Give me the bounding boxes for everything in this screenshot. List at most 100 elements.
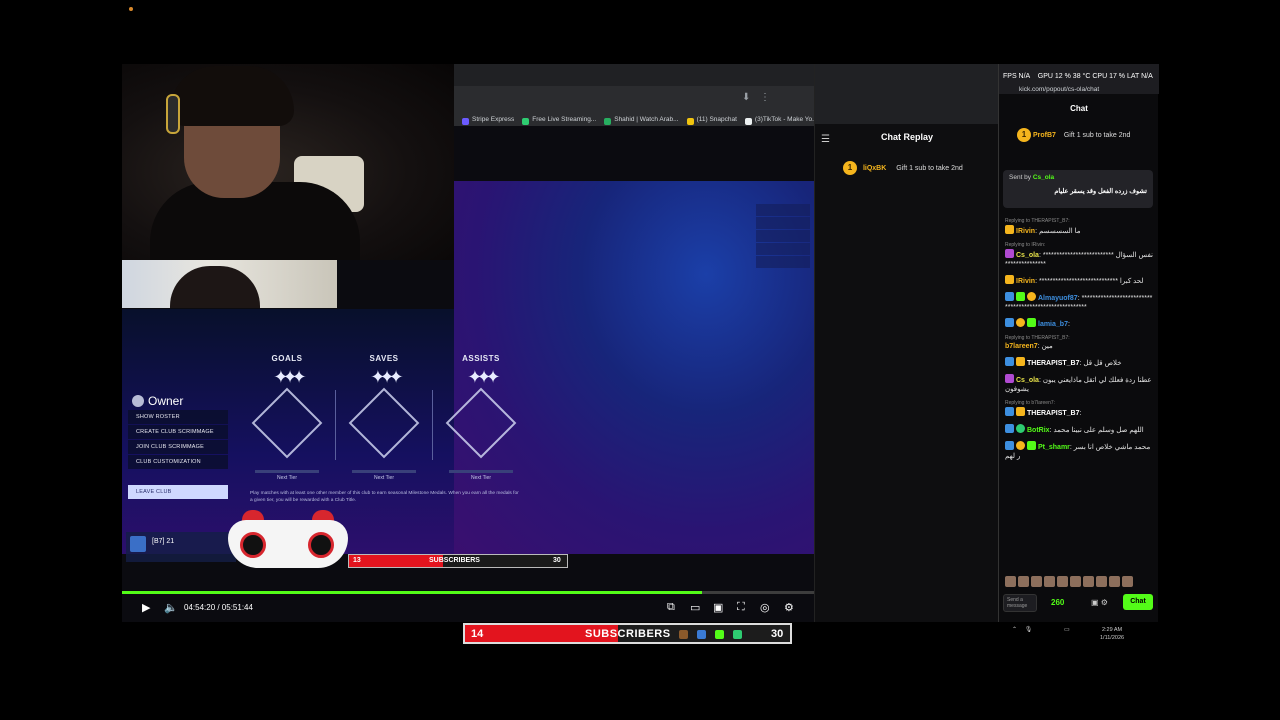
channel-points[interactable]: 260 xyxy=(1051,598,1064,607)
streamer-browser-window: ⬇ ⋮ xyxy=(454,64,814,110)
assists-title: ASSISTS xyxy=(462,354,500,363)
chevron-up-icon[interactable]: ⌃ xyxy=(1012,627,1017,633)
settings-gear-icon[interactable]: ⚙ xyxy=(784,601,794,614)
chat-input[interactable]: Send a message xyxy=(1003,594,1037,612)
stars-icon: ✦✦✦ xyxy=(370,367,403,387)
bookmark-favicon-icon xyxy=(686,118,694,125)
pinned-message[interactable]: Sent by Cs_ola تشوف زرده الفعل وقد يسقر … xyxy=(1003,170,1153,208)
chat-message[interactable]: THERAPIST_B7: خلاص قل قل xyxy=(1005,357,1153,368)
chat-username[interactable]: THERAPIST_B7 xyxy=(1027,410,1080,417)
medal-diamond-icon xyxy=(251,387,323,459)
chat-replay-title: Chat Replay xyxy=(880,132,933,142)
chat-message[interactable]: Pt_shamr: محمد ماشي خلاص انا بسرر لهم xyxy=(1005,441,1153,461)
pinned-gift-leader[interactable]: 1 ProfB7 Gift 1 sub to take 2nd xyxy=(1017,128,1130,142)
player-avatar-icon xyxy=(130,536,146,552)
screen: ⬇ ⋮ Stripe Express Free Live Streaming...… xyxy=(0,0,1280,720)
crown-badge-icon xyxy=(1005,225,1014,234)
sub-count: 14 xyxy=(471,628,484,640)
chat-settings-icon[interactable]: ▣ ⚙ xyxy=(1091,598,1108,607)
emote-icon xyxy=(679,630,688,639)
chat-message[interactable]: Cs_ola: نفس السؤال *********************… xyxy=(1005,249,1153,269)
verified-badge-icon xyxy=(1016,424,1025,433)
bookmark-item[interactable]: Free Live Streaming... xyxy=(518,114,596,125)
chat-title: Chat xyxy=(1070,104,1088,113)
green-badge-icon xyxy=(1027,441,1036,450)
saves-column: SAVES ✦✦✦ Next Tier xyxy=(344,354,424,481)
mod-badge-icon xyxy=(1005,318,1014,327)
chat-message[interactable]: IRivin: لحد كبرا ***********************… xyxy=(1005,275,1153,286)
playback-progress-bar[interactable] xyxy=(122,591,814,594)
bookmark-item[interactable]: (3)TikTok - Make Yo... xyxy=(741,114,814,125)
bookmark-favicon-icon xyxy=(744,118,752,125)
bookmark-item[interactable]: Stripe Express xyxy=(458,114,514,125)
fullscreen-icon[interactable]: ⛶ xyxy=(737,601,745,614)
chat-username[interactable]: Cs_ola xyxy=(1016,252,1039,259)
chat-message[interactable]: Cs_ola: عطنا ردة فعلك لي اتقل ماذايعني ي… xyxy=(1005,374,1153,394)
chat-message[interactable]: Almayuof87: ****************************… xyxy=(1005,292,1153,312)
extension-icon: ⬇ xyxy=(742,92,751,103)
sub-goal-label: SUBSCRIBERS xyxy=(585,628,671,640)
volume-icon[interactable]: 🔈 xyxy=(164,601,178,614)
chat-username[interactable]: b7lareen7 xyxy=(1005,343,1038,350)
chat-username[interactable]: BotRix xyxy=(1027,427,1050,434)
clip-icon[interactable]: ⧉ xyxy=(667,601,675,614)
playback-time: 04:54:20 / 05:51:44 xyxy=(184,603,253,612)
chat-text: ما السسسسم xyxy=(1038,228,1081,235)
reply-context: Replying to IRivin: xyxy=(1005,242,1046,248)
replay-gift-message: 1 liQxBK Gift 1 sub to take 2nd xyxy=(843,161,963,175)
chat-username[interactable]: IRivin xyxy=(1016,228,1035,235)
green-badge-icon xyxy=(1027,318,1036,327)
bookmark-favicon-icon xyxy=(522,118,530,125)
game-perf-hud xyxy=(756,204,810,270)
chat-message-list[interactable]: Replying to THERAPIST_B7: IRivin: ما السس… xyxy=(1005,218,1153,467)
chat-message[interactable]: IRivin: ما السسسسم xyxy=(1005,225,1153,236)
chat-username[interactable]: IRivin xyxy=(1016,278,1035,285)
chat-username[interactable]: Cs_ola xyxy=(1016,377,1039,384)
menu-leave-club[interactable]: LEAVE CLUB xyxy=(128,485,228,499)
chat-text: اللهم صل وسلم على نبينا محمد xyxy=(1053,427,1144,434)
mod-badge-icon xyxy=(1005,357,1014,366)
chat-username[interactable]: Pt_shamr xyxy=(1038,444,1070,451)
emote-icon xyxy=(697,630,706,639)
menu-club-customization[interactable]: CLUB CUSTOMIZATION xyxy=(128,455,228,469)
reply-context: Replying to b7lareen7: xyxy=(1005,400,1056,406)
chat-username[interactable]: THERAPIST_B7 xyxy=(1027,360,1080,367)
clock[interactable]: 2:29 AM 1/11/2026 xyxy=(1100,626,1124,642)
theater-icon[interactable]: ▭ xyxy=(690,601,700,614)
saves-title: SAVES xyxy=(369,354,399,363)
stars-icon: ✦✦✦ xyxy=(467,367,500,387)
chat-replay-panel: ☰ Chat Replay 1 liQxBK Gift 1 sub to tak… xyxy=(814,64,999,622)
menu-join-scrimmage[interactable]: JOIN CLUB SCRIMMAGE xyxy=(128,440,228,454)
chat-username[interactable]: lamia_b7 xyxy=(1038,321,1068,328)
chat-username[interactable]: Almayuof87 xyxy=(1038,295,1078,302)
send-chat-button[interactable]: Chat xyxy=(1123,594,1153,610)
assists-column: ASSISTS ✦✦✦ Next Tier xyxy=(441,354,521,481)
chat-message[interactable]: THERAPIST_B7: xyxy=(1005,407,1153,418)
emote-icon xyxy=(715,630,724,639)
perf-overlay: FPS N/A GPU 12 % 38 °C CPU 17 % LAT N/A xyxy=(1003,73,1153,80)
reply-context: Replying to THERAPIST_B7: xyxy=(1005,335,1070,341)
play-icon[interactable]: ▶ xyxy=(142,601,150,614)
webcam-main xyxy=(122,64,454,260)
bookmark-favicon-icon xyxy=(462,118,469,125)
bookmarks-bar: Stripe Express Free Live Streaming... Shah… xyxy=(454,110,814,126)
speed-icon[interactable]: ◎ xyxy=(760,601,770,614)
chat-message[interactable]: b7lareen7: مين xyxy=(1005,342,1153,351)
video-player[interactable]: ⬇ ⋮ Stripe Express Free Live Streaming...… xyxy=(122,64,814,622)
network-icon[interactable]: ▭ xyxy=(1064,627,1070,633)
menu-create-scrimmage[interactable]: CREATE CLUB SCRIMMAGE xyxy=(128,425,228,439)
chat-text: مين xyxy=(1041,343,1053,350)
game-hud-strip xyxy=(674,186,812,194)
crown-badge-icon xyxy=(1016,407,1025,416)
emote-row[interactable] xyxy=(1005,574,1153,587)
chat-message[interactable]: BotRix: اللهم صل وسلم على نبينا محمد xyxy=(1005,424,1153,435)
mic-icon[interactable]: 🎙 xyxy=(1025,627,1033,633)
chat-message[interactable]: lamia_b7: xyxy=(1005,318,1153,329)
bookmark-item[interactable]: Shahid | Watch Arab... xyxy=(600,114,679,125)
bookmark-item[interactable]: (11) Snapchat xyxy=(683,114,737,125)
pip-icon[interactable]: ▣ xyxy=(713,601,723,614)
popout-url: kick.com/popout/cs-ola/chat xyxy=(1019,86,1100,93)
coin-badge-icon xyxy=(1016,318,1025,327)
menu-show-roster[interactable]: SHOW ROSTER xyxy=(128,410,228,424)
bookmark-favicon-icon xyxy=(604,118,612,125)
